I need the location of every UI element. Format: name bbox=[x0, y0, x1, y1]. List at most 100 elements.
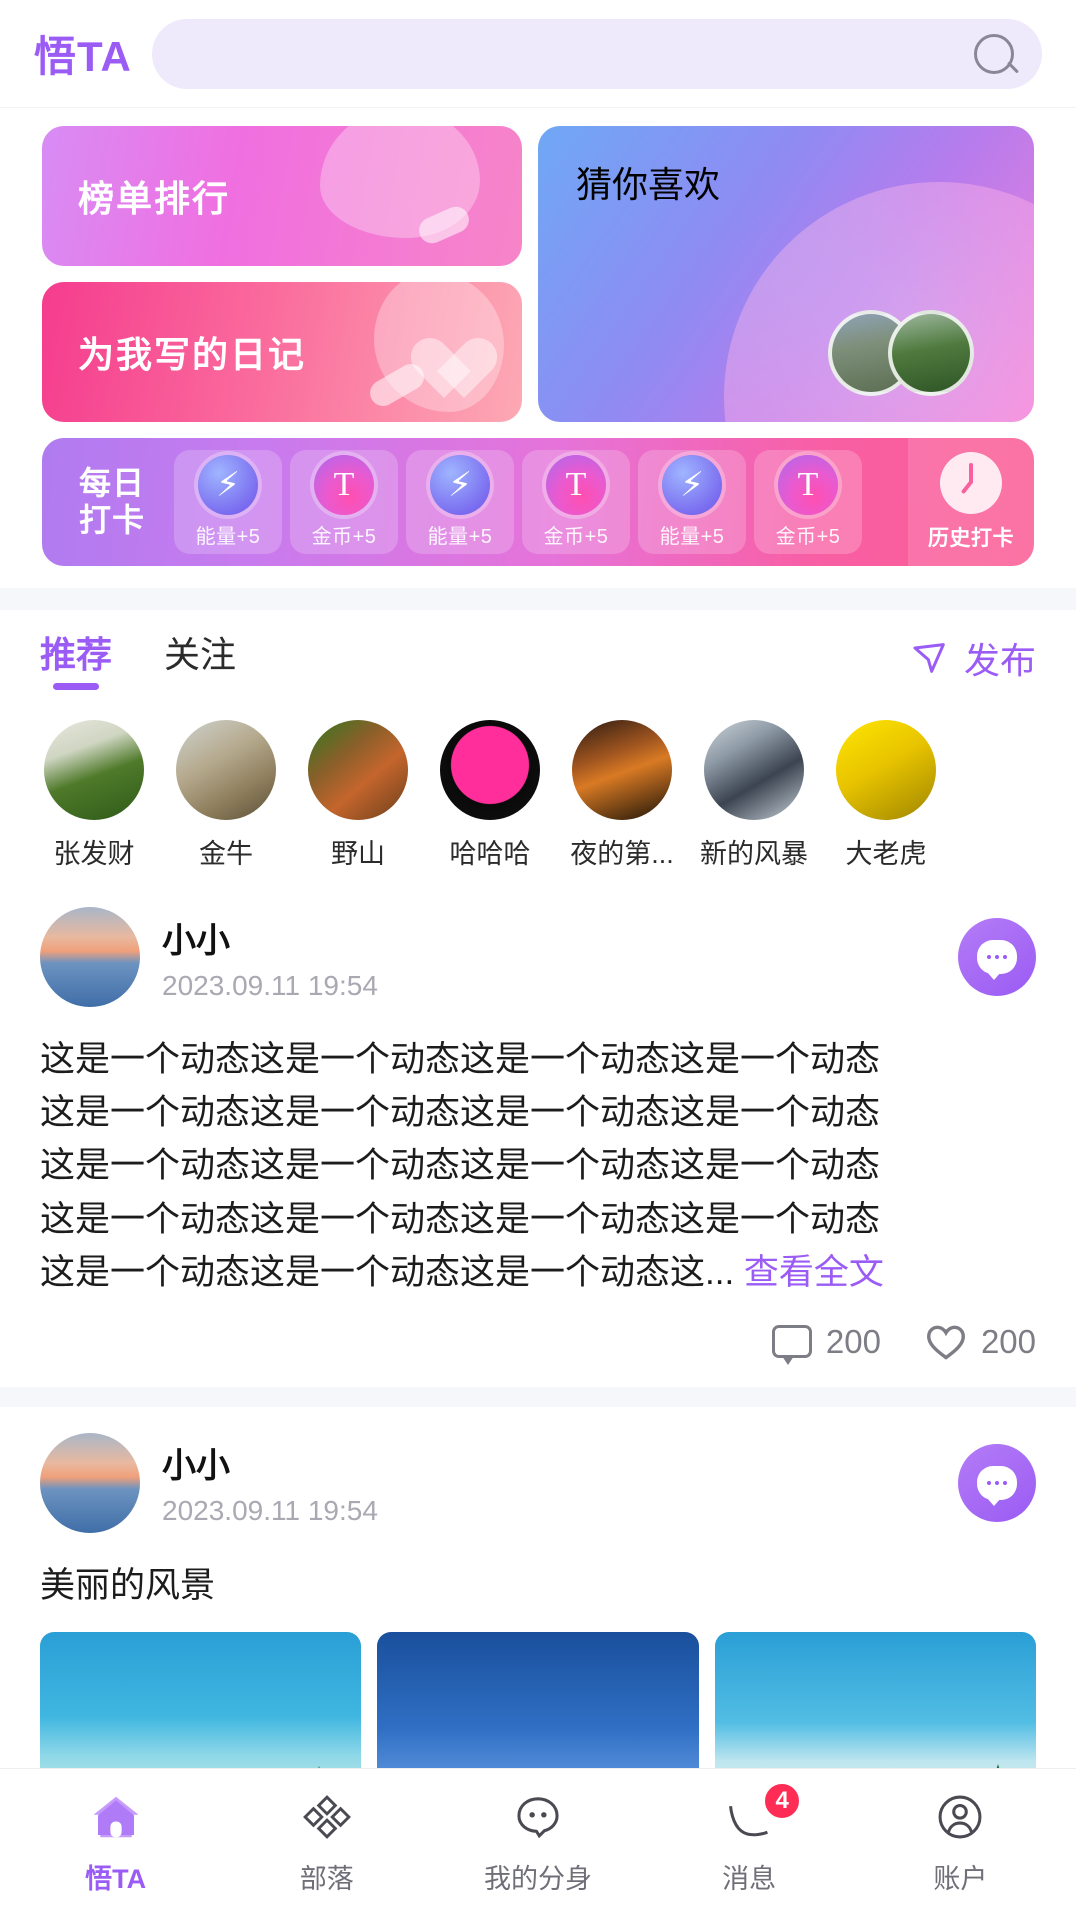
avatar bbox=[704, 720, 804, 820]
story-name: 大老虎 bbox=[845, 839, 927, 869]
post-meta: 小小 2023.09.11 19:54 bbox=[162, 913, 378, 1002]
story-item[interactable]: 张发财 bbox=[28, 720, 160, 871]
story-name: 新的风暴 bbox=[700, 839, 808, 869]
banner-top-row: 榜单排行 为我写的日记 猜你喜欢 bbox=[42, 126, 1034, 422]
diary-banner-card[interactable]: 为我写的日记 bbox=[42, 282, 522, 422]
message-badge: 4 bbox=[762, 1781, 803, 1821]
nav-item-home[interactable]: 悟TA bbox=[21, 1789, 211, 1896]
search-icon[interactable] bbox=[974, 33, 1014, 74]
checkin-items: ⚡ 能量+5 T 金币+5 ⚡ 能量+5 T 金币+5 ⚡ 能量+5 T 金币+… bbox=[160, 450, 902, 554]
avatar bbox=[836, 720, 936, 820]
avatar[interactable] bbox=[40, 907, 140, 1007]
app-logo: 悟TA bbox=[34, 33, 132, 80]
post-separator bbox=[0, 1386, 1076, 1407]
publish-label: 发布 bbox=[963, 640, 1036, 681]
post-comment-button[interactable] bbox=[958, 918, 1036, 996]
send-icon bbox=[910, 638, 950, 678]
checkin-label-line1: 每日 bbox=[78, 465, 145, 502]
story-item[interactable]: 大老虎 bbox=[820, 720, 952, 871]
nav-item-clone[interactable]: 我的分身 bbox=[443, 1789, 633, 1896]
tribe-icon bbox=[299, 1789, 355, 1845]
rank-banner-card[interactable]: 榜单排行 bbox=[42, 126, 522, 266]
post-text-last-line: 这是一个动态这是一个动态这是一个动态这... 查看全文 bbox=[40, 1246, 1036, 1299]
account-icon bbox=[932, 1789, 988, 1845]
post-text-line: 这是一个动态这是一个动态这是一个动态这是一个动态 bbox=[40, 1040, 881, 1079]
checkin-item[interactable]: ⚡ 能量+5 bbox=[638, 450, 746, 554]
post-text-truncated: 这是一个动态这是一个动态这是一个动态这... bbox=[40, 1252, 735, 1292]
post-author: 小小 bbox=[162, 1447, 230, 1486]
checkin-item[interactable]: ⚡ 能量+5 bbox=[406, 450, 514, 554]
coin-icon: T bbox=[314, 455, 374, 515]
comment-more-icon bbox=[977, 940, 1017, 980]
checkin-item[interactable]: T 金币+5 bbox=[522, 450, 630, 554]
story-avatar-row[interactable]: 张发财 金牛 野山 哈哈哈 夜的第... 新的风暴 大老虎 bbox=[0, 706, 1076, 881]
nav-item-account[interactable]: 账户 bbox=[865, 1789, 1055, 1896]
avatar bbox=[176, 720, 276, 820]
checkin-item-label: 能量+5 bbox=[195, 526, 261, 548]
story-item[interactable]: 夜的第... bbox=[556, 720, 688, 871]
checkin-history-button[interactable]: 历史打卡 bbox=[908, 438, 1034, 566]
home-icon bbox=[88, 1789, 144, 1845]
energy-icon: ⚡ bbox=[198, 455, 258, 515]
avatar[interactable] bbox=[40, 1432, 140, 1533]
avatar bbox=[308, 720, 408, 820]
daily-checkin-bar[interactable]: 每日 打卡 ⚡ 能量+5 T 金币+5 ⚡ 能量+5 T 金币+5 ⚡ 能量+5… bbox=[42, 438, 1034, 566]
post-text-line: 美丽的风景 bbox=[40, 1565, 216, 1605]
search-bar[interactable] bbox=[151, 18, 1042, 89]
story-name: 哈哈哈 bbox=[449, 839, 531, 869]
app-root: 悟TA 榜单排行 为我写的日记 猜你喜欢 每日 打卡 ⚡ 能量+5 T 金币+5… bbox=[0, 0, 1076, 1916]
feed-tab-bar: 推荐 关注 发布 bbox=[0, 610, 1076, 706]
bottom-navigation: 悟TA 部落 我的分身 4 消息 账户 bbox=[0, 1768, 1076, 1916]
guess-avatar-group bbox=[828, 310, 974, 396]
story-item[interactable]: 新的风暴 bbox=[688, 720, 820, 871]
checkin-item-label: 能量+5 bbox=[659, 526, 725, 548]
comment-icon bbox=[771, 1325, 812, 1366]
banner-section: 榜单排行 为我写的日记 猜你喜欢 每日 打卡 ⚡ 能量+5 T 金币+5 ⚡ 能… bbox=[0, 108, 1076, 566]
checkin-label-line2: 打卡 bbox=[78, 502, 145, 538]
story-item[interactable]: 野山 bbox=[292, 720, 424, 871]
comment-action[interactable]: 200 bbox=[771, 1322, 881, 1366]
like-action[interactable]: 200 bbox=[925, 1323, 1036, 1361]
post-author: 小小 bbox=[162, 921, 230, 960]
rank-banner-title: 榜单排行 bbox=[78, 178, 231, 219]
energy-icon: ⚡ bbox=[430, 455, 490, 515]
post-comment-button[interactable] bbox=[958, 1443, 1036, 1522]
checkin-item-label: 金币+5 bbox=[543, 526, 609, 548]
heart-icon bbox=[428, 340, 498, 404]
nav-label: 部落 bbox=[299, 1864, 354, 1894]
post-text-line: 这是一个动态这是一个动态这是一个动态这是一个动态 bbox=[40, 1093, 881, 1133]
checkin-item[interactable]: ⚡ 能量+5 bbox=[174, 450, 282, 554]
post-time: 2023.09.11 19:54 bbox=[162, 1495, 378, 1527]
checkin-item[interactable]: T 金币+5 bbox=[754, 450, 862, 554]
nav-label: 悟TA bbox=[85, 1864, 147, 1894]
coin-icon: T bbox=[778, 455, 838, 515]
nav-item-message[interactable]: 4 消息 bbox=[654, 1781, 844, 1896]
tab-following[interactable]: 关注 bbox=[164, 626, 236, 690]
nav-label: 我的分身 bbox=[483, 1864, 592, 1894]
banner-left-column: 榜单排行 为我写的日记 bbox=[42, 126, 522, 422]
app-header: 悟TA bbox=[0, 0, 1076, 108]
checkin-label: 每日 打卡 bbox=[64, 465, 160, 539]
energy-icon: ⚡ bbox=[662, 455, 722, 515]
like-count: 200 bbox=[980, 1322, 1036, 1360]
checkin-item[interactable]: T 金币+5 bbox=[290, 450, 398, 554]
publish-button[interactable]: 发布 bbox=[910, 632, 1036, 684]
post-time: 2023.09.11 19:54 bbox=[162, 969, 378, 1001]
story-item[interactable]: 金牛 bbox=[160, 720, 292, 871]
story-item[interactable]: 哈哈哈 bbox=[424, 720, 556, 871]
story-name: 张发财 bbox=[53, 839, 135, 869]
avatar bbox=[44, 720, 144, 820]
nav-item-tribe[interactable]: 部落 bbox=[232, 1789, 422, 1896]
guess-banner-card[interactable]: 猜你喜欢 bbox=[538, 126, 1034, 422]
checkin-item-label: 金币+5 bbox=[775, 526, 841, 548]
tab-recommend[interactable]: 推荐 bbox=[40, 626, 112, 690]
search-input[interactable] bbox=[179, 37, 974, 70]
diary-banner-title: 为我写的日记 bbox=[78, 334, 307, 375]
comment-count: 200 bbox=[825, 1322, 881, 1360]
view-full-text-link[interactable]: 查看全文 bbox=[744, 1253, 884, 1292]
comment-more-icon bbox=[977, 1465, 1017, 1506]
section-divider bbox=[0, 588, 1076, 610]
checkin-history-label: 历史打卡 bbox=[928, 527, 1014, 550]
post-body: 这是一个动态这是一个动态这是一个动态这是一个动态 这是一个动态这是一个动态这是一… bbox=[40, 1033, 1036, 1299]
avatar bbox=[888, 310, 974, 396]
